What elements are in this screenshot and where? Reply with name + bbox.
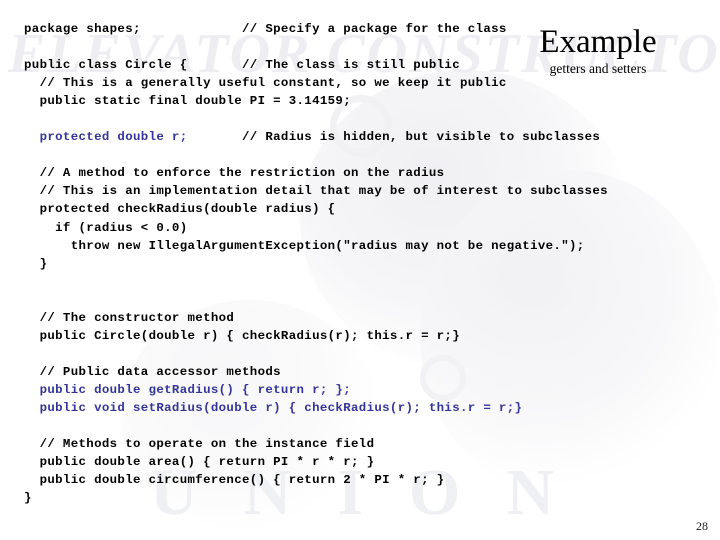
code-line: if (radius < 0.0)	[24, 220, 188, 235]
code-line: // A method to enforce the restriction o…	[24, 166, 445, 181]
code-token-declaration: protected double r;	[24, 130, 188, 145]
code-line: // This is a generally useful constant, …	[24, 76, 507, 91]
code-line: public class Circle { // The class is st…	[24, 58, 460, 73]
code-line: }	[24, 256, 48, 271]
code-line: public double getRadius() { return r; };	[24, 382, 351, 397]
code-line: // Public data accessor methods	[24, 364, 281, 379]
code-line: public double circumference() { return 2…	[24, 473, 445, 488]
code-line: protected checkRadius(double radius) {	[24, 202, 336, 217]
code-line: public void setRadius(double r) { checkR…	[24, 400, 523, 415]
code-line: throw new IllegalArgumentException("radi…	[24, 238, 585, 253]
code-line: public Circle(double r) { checkRadius(r)…	[24, 328, 460, 343]
code-line: // This is an implementation detail that…	[24, 184, 608, 199]
code-token-comment: // Radius is hidden, but visible to subc…	[187, 130, 601, 145]
code-line: // The constructor method	[24, 310, 235, 325]
code-line: package shapes; // Specify a package for…	[24, 22, 507, 36]
code-line: public double area() { return PI * r * r…	[24, 455, 375, 470]
code-line: // Methods to operate on the instance fi…	[24, 437, 375, 452]
code-line: }	[24, 491, 32, 506]
code-listing: package shapes; // Specify a package for…	[24, 20, 704, 507]
code-line: protected double r; // Radius is hidden,…	[24, 128, 704, 146]
slide-canvas: ELEVATOR CONSTRUCTORS UNION Example gett…	[0, 0, 720, 540]
page-number: 28	[696, 519, 708, 533]
code-line: public static final double PI = 3.14159;	[24, 94, 351, 109]
